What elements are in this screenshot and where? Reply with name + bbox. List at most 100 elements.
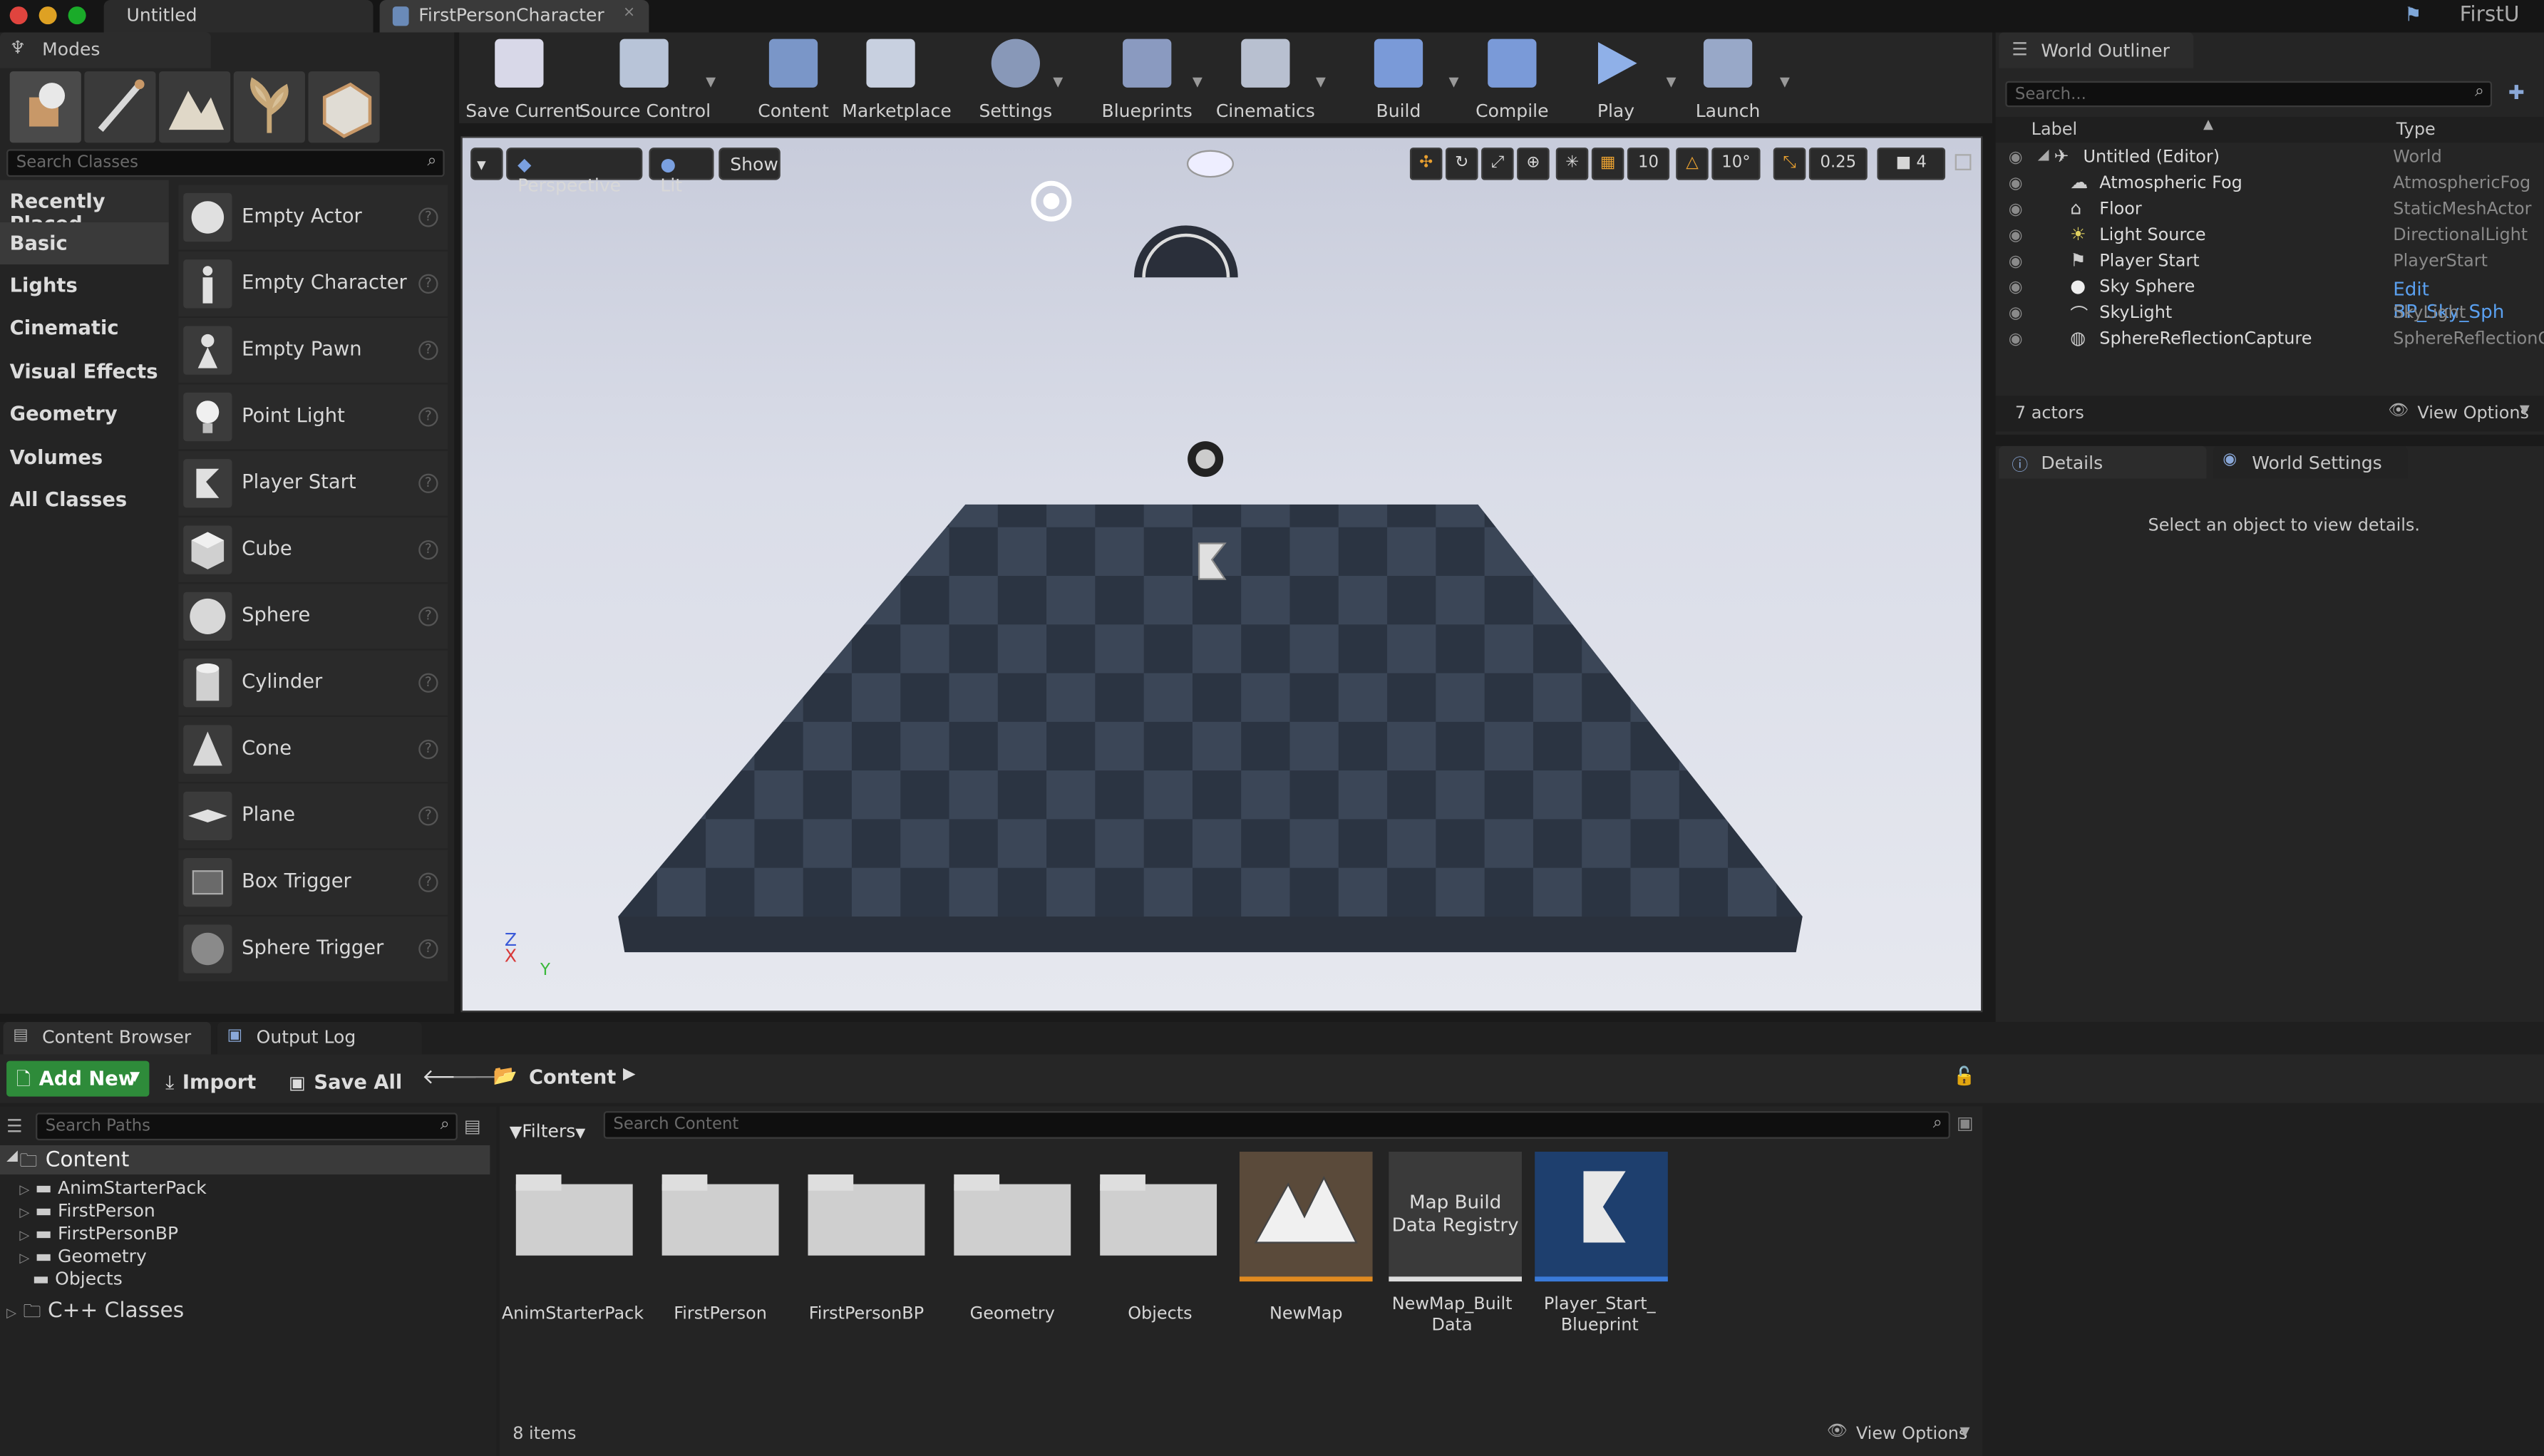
save-current-button[interactable]: Save Current [465,38,582,122]
class-cylinder[interactable]: Cylinder? [178,650,448,716]
class-sphere-trigger[interactable]: Sphere Trigger? [178,916,448,982]
content-browser-tab[interactable]: ▤ Content Browser [3,1021,211,1055]
class-player-start[interactable]: Player Start? [178,450,448,516]
close-window-button[interactable] [9,6,28,25]
place-mode-button[interactable] [9,71,81,143]
help-icon[interactable]: ? [418,939,438,959]
category-all-classes[interactable]: All Classes [0,478,169,520]
paint-mode-button[interactable] [84,71,156,143]
rotation-snap-value[interactable]: 10° [1711,148,1761,180]
search-icon[interactable]: ⌕ [2475,83,2484,100]
outliner-row[interactable]: ◉ ◍ SphereReflectionCapture SphereReflectio… [1996,328,2544,353]
expand-arrow-icon[interactable]: ◢ [2038,148,2049,164]
details-tab[interactable]: ⓘ Details [1999,445,2207,479]
modes-tab[interactable]: ♆ Modes [0,32,211,68]
class-point-light[interactable]: Point Light? [178,384,448,450]
close-tab-icon[interactable]: × [623,5,635,21]
help-icon[interactable]: ? [418,407,438,427]
help-icon[interactable]: ? [418,274,438,294]
visibility-eye-icon[interactable]: ◉ [2009,175,2023,193]
help-icon[interactable]: ? [418,606,438,626]
help-icon[interactable]: ? [418,473,438,493]
label-column-header[interactable]: Label [2031,120,2077,139]
tab-untitled[interactable]: Untitled [103,0,374,33]
scale-snap-value[interactable]: 0.25 [1808,148,1868,180]
show-button[interactable]: Show [719,148,781,180]
filters-button[interactable]: ▼Filters▼ [510,1112,586,1143]
asset-folder-first-person-bp[interactable] [805,1168,928,1259]
asset-folder-anim-starter-pack[interactable] [513,1168,636,1259]
expand-arrow-icon[interactable]: ▷ [6,1306,16,1320]
player-start-marker-icon[interactable] [1193,540,1232,586]
sources-toggle-icon[interactable]: ☰ [6,1116,22,1137]
asset-new-map-built-data[interactable]: Map Build Data Registry [1389,1152,1522,1282]
minimize-window-button[interactable] [38,6,57,25]
level-viewport[interactable]: ▾ ◆ Perspective ● Lit Show ✣ ↻ ⤢ ⊕ ✳ ▦ 1… [460,136,1983,1013]
help-icon[interactable]: ? [418,739,438,760]
search-classes-input[interactable]: Search Classes ⌕ [6,149,445,177]
settings-button[interactable]: Settings [975,38,1056,122]
light-source-icon[interactable] [1024,174,1078,229]
category-geometry[interactable]: Geometry [0,393,169,435]
outliner-row[interactable]: ◉ ⚑ Player Start PlayerStart [1996,250,2544,276]
save-all-button[interactable]: ▣ Save All [289,1064,402,1095]
feedback-icon[interactable]: ⚑ [2404,4,2430,26]
help-icon[interactable]: ? [418,673,438,693]
class-cone[interactable]: Cone? [178,717,448,783]
asset-folder-objects[interactable] [1097,1168,1220,1259]
tab-first-person-character[interactable]: FirstPersonCharacter × [379,0,649,33]
tree-item-cpp-classes[interactable]: ▷ 🗀 C++ Classes [6,1298,184,1328]
add-actor-icon[interactable]: ✚ [2508,81,2525,104]
tree-item-anim-starter-pack[interactable]: ▷ ▬ AnimStarterPack [19,1177,206,1199]
category-volumes[interactable]: Volumes [0,436,169,478]
camera-speed-button[interactable]: ■ 4 [1877,148,1946,180]
outliner-row[interactable]: ◉ ☀ Light Source DirectionalLight [1996,224,2544,249]
world-local-toggle-icon[interactable]: ⊕ [1517,148,1550,180]
search-content-input[interactable]: Search Content ⌕ [603,1111,1950,1139]
expand-arrow-icon[interactable]: ▷ [19,1205,29,1219]
lit-button[interactable]: ● Lit [649,148,714,196]
help-icon[interactable]: ? [418,806,438,826]
class-cube[interactable]: Cube? [178,517,448,583]
tree-item-geometry[interactable]: ▷ ▬ Geometry [19,1246,146,1267]
landscape-mode-button[interactable] [159,71,231,143]
chevron-down-icon[interactable]: ▼ [1449,75,1459,89]
skylight-icon[interactable] [1131,222,1241,281]
maximize-viewport-icon[interactable] [1955,154,1972,170]
expand-arrow-icon[interactable]: ▷ [19,1228,29,1242]
sphere-reflection-capture-icon[interactable] [1186,440,1225,479]
chevron-down-icon[interactable]: ▼ [1193,75,1203,89]
lock-icon[interactable]: 🔓 [1953,1065,1975,1087]
asset-folder-geometry[interactable] [951,1168,1074,1259]
search-icon[interactable]: ⌕ [441,1116,450,1134]
help-icon[interactable]: ? [418,340,438,361]
category-visual-effects[interactable]: Visual Effects [0,351,169,393]
build-button[interactable]: Build [1361,38,1436,122]
outliner-row[interactable]: ◉ ● Sky Sphere Edit BP_Sky_Sph [1996,276,2544,323]
asset-player-start-blueprint[interactable] [1535,1152,1668,1282]
chevron-down-icon[interactable]: ▼ [1960,1424,1970,1438]
world-outliner-tab[interactable]: ☰ World Outliner [1999,32,2194,68]
scale-tool-icon[interactable]: ⤢ [1481,148,1514,180]
category-cinematic[interactable]: Cinematic [0,306,169,348]
help-icon[interactable]: ? [418,207,438,227]
outliner-row[interactable]: ◉ ⌒ SkyLight SkyLight [1996,301,2544,327]
add-new-button[interactable]: 🗋 Add New ▼ [6,1060,150,1097]
world-settings-tab[interactable]: ◉ World Settings [2213,445,2408,479]
chevron-down-icon[interactable]: ▼ [2520,402,2530,416]
category-lights[interactable]: Lights [0,264,169,306]
chevron-down-icon[interactable]: ▼ [1780,75,1790,89]
tree-item-first-person-bp[interactable]: ▷ ▬ FirstPersonBP [19,1223,178,1244]
view-options-button[interactable]: View Options [2417,404,2529,423]
chevron-down-icon[interactable]: ▼ [1316,75,1326,89]
tree-item-objects[interactable]: ▬ Objects [33,1269,123,1290]
class-empty-character[interactable]: Empty Character? [178,251,448,316]
chevron-down-icon[interactable]: ▼ [706,75,716,89]
launch-button[interactable]: Launch [1689,38,1766,122]
output-log-tab[interactable]: ▣ Output Log [217,1021,422,1055]
grid-snap-icon[interactable]: ▦ [1591,148,1624,180]
outliner-search-input[interactable]: Search... ⌕ [2005,81,2493,108]
compile-button[interactable]: Compile [1471,38,1552,122]
path-breadcrumb-content[interactable]: Content [529,1065,616,1088]
scale-snap-icon[interactable]: ⤡ [1773,148,1806,180]
